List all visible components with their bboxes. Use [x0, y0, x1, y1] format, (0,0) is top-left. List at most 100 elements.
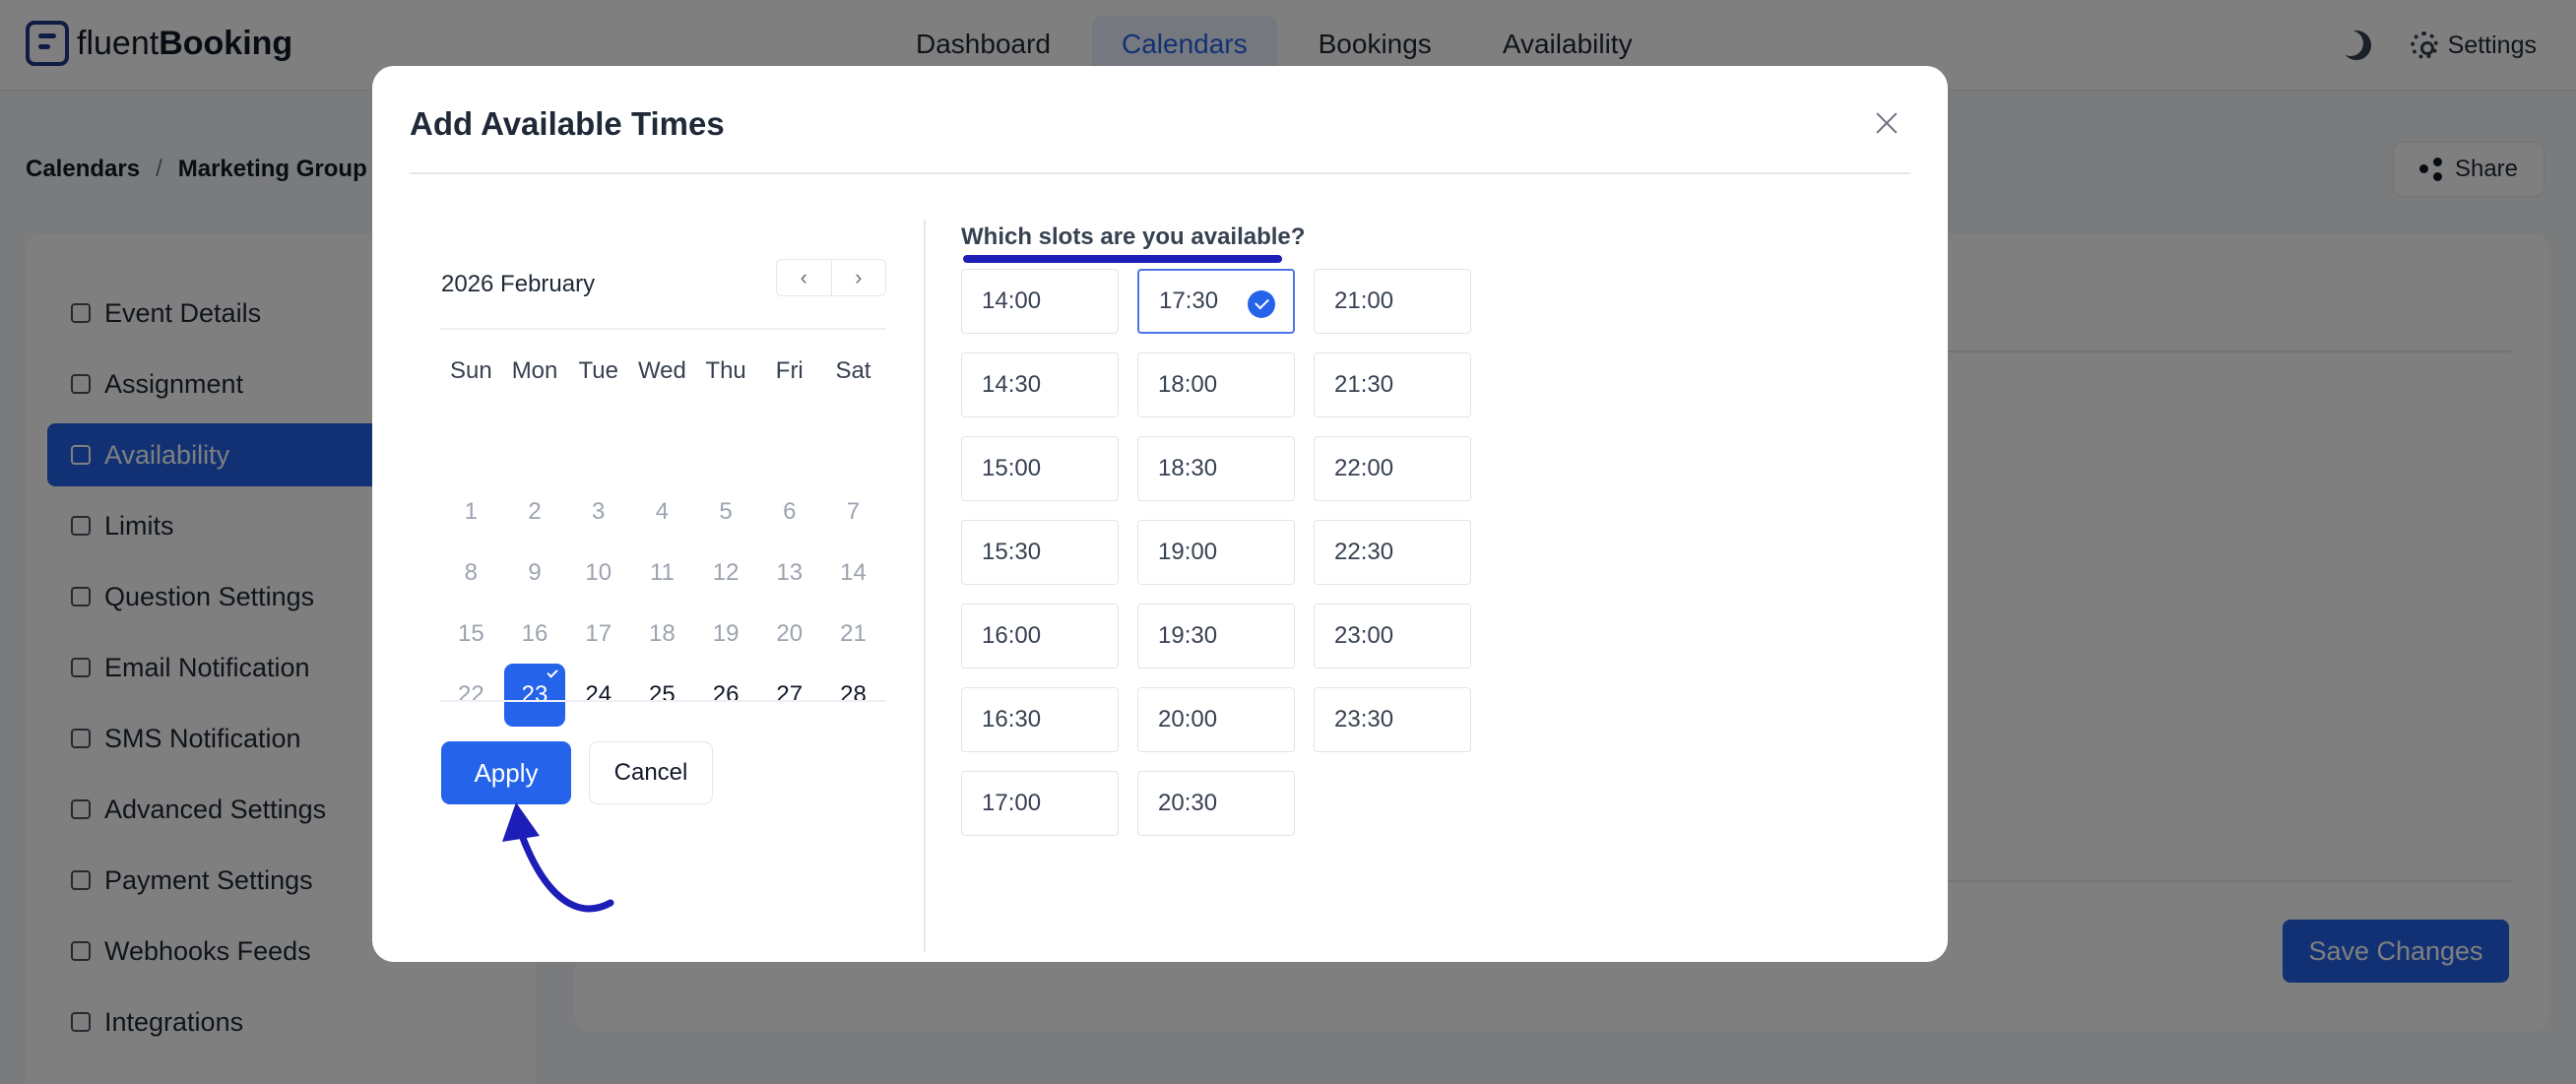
- modal-column-divider: [924, 220, 926, 952]
- calendar-day-6: 6: [783, 498, 797, 525]
- calendar-day-4: 4: [655, 498, 670, 525]
- calendar-day-3: 3: [592, 498, 606, 525]
- calendar-day-15: 15: [457, 620, 484, 647]
- calendar-day-27[interactable]: 27: [757, 665, 821, 726]
- time-slot-label: 19:00: [1158, 539, 1218, 565]
- time-slot-grid: 14:00 17:30 21:00 14:30 18:00 21:30 15:00 18:30…: [961, 269, 1471, 836]
- day-number: 23: [521, 681, 548, 708]
- time-slot[interactable]: 21:30: [1314, 352, 1471, 417]
- time-slot-label: 20:30: [1158, 790, 1218, 816]
- time-slot[interactable]: 20:00: [1137, 687, 1295, 752]
- time-slot[interactable]: 22:30: [1314, 520, 1471, 585]
- calendar-day-20: 20: [776, 620, 804, 647]
- time-slot[interactable]: 15:30: [961, 520, 1119, 585]
- calendar-day-19: 19: [712, 620, 740, 647]
- time-slot-label: 16:00: [982, 622, 1042, 649]
- calendar-day-13: 13: [776, 559, 804, 586]
- calendar-footer-divider: [439, 700, 886, 702]
- modal-title: Add Available Times: [410, 105, 725, 142]
- calendar-day-26[interactable]: 26: [694, 665, 758, 726]
- weekday-sat: Sat: [835, 357, 871, 384]
- calendar-day-21: 21: [840, 620, 867, 647]
- calendar-day-18: 18: [649, 620, 676, 647]
- time-slot[interactable]: 21:00: [1314, 269, 1471, 334]
- calendar-day-24[interactable]: 24: [566, 665, 630, 726]
- time-slot[interactable]: 19:00: [1137, 520, 1295, 585]
- weekday-header: Sun Mon Tue Wed Thu Fri Sat: [439, 357, 885, 385]
- time-slot-label: 16:30: [982, 706, 1042, 733]
- apply-button[interactable]: Apply: [441, 741, 571, 804]
- time-slot[interactable]: 14:30: [961, 352, 1119, 417]
- weekday-mon: Mon: [511, 357, 558, 384]
- calendar-day-28[interactable]: 28: [821, 665, 885, 726]
- weekday-wed: Wed: [637, 357, 686, 384]
- time-slot[interactable]: 18:30: [1137, 436, 1295, 501]
- time-slot[interactable]: 23:30: [1314, 687, 1471, 752]
- time-slot-label: 21:30: [1334, 371, 1394, 398]
- weekday-fri: Fri: [775, 357, 804, 384]
- check-circle-icon: [1248, 290, 1275, 318]
- time-slot-label: 23:00: [1334, 622, 1394, 649]
- calendar-day-17: 17: [585, 620, 612, 647]
- add-available-times-modal: Add Available Times 2026 February ‹ › Su…: [372, 66, 1948, 962]
- weekday-tue: Tue: [578, 357, 618, 384]
- calendar-week: 8 9 10 11 12 13 14: [439, 542, 885, 604]
- time-slot[interactable]: 15:00: [961, 436, 1119, 501]
- time-slot[interactable]: 17:00: [961, 771, 1119, 836]
- time-slot-label: 21:00: [1334, 287, 1394, 314]
- modal-header-divider: [410, 172, 1910, 174]
- check-icon: [547, 667, 558, 678]
- time-slot-label: 18:30: [1158, 455, 1218, 481]
- cancel-button[interactable]: Cancel: [589, 741, 713, 804]
- calendar-grid: 1 2 3 4 5 6 7 8 9 10 11 12 13 14 15 16 17 18 19 20 21 22 23 24 2…: [439, 481, 885, 727]
- calendar-week: 15 16 17 18 19 20 21: [439, 604, 885, 665]
- time-slot-label: 14:30: [982, 371, 1042, 398]
- calendar-week: 1 2 3 4 5 6 7: [439, 481, 885, 542]
- underline-annotation: [963, 255, 1282, 263]
- calendar-day-25[interactable]: 25: [630, 665, 694, 726]
- weekday-sun: Sun: [449, 357, 492, 384]
- calendar-day-2: 2: [528, 498, 542, 525]
- time-slot[interactable]: 18:00: [1137, 352, 1295, 417]
- time-slot[interactable]: 14:00: [961, 269, 1119, 334]
- calendar-day-8: 8: [464, 559, 479, 586]
- time-slot-label: 17:30: [1159, 287, 1219, 314]
- time-slot-label: 15:30: [982, 539, 1042, 565]
- time-slot-label: 22:00: [1334, 455, 1394, 481]
- calendar-day-10: 10: [585, 559, 612, 586]
- time-slot[interactable]: 17:30: [1137, 269, 1295, 334]
- calendar-day-22: 22: [457, 681, 484, 708]
- time-slot-label: 15:00: [982, 455, 1042, 481]
- chevron-left-icon[interactable]: ‹: [777, 260, 831, 295]
- calendar-day-14: 14: [840, 559, 867, 586]
- chevron-right-icon[interactable]: ›: [830, 260, 886, 295]
- time-slot[interactable]: 19:30: [1137, 604, 1295, 669]
- calendar-day-1: 1: [464, 498, 479, 525]
- selected-day-pill[interactable]: 23: [504, 664, 566, 727]
- close-icon[interactable]: [1875, 111, 1899, 135]
- time-slot[interactable]: 23:00: [1314, 604, 1471, 669]
- time-slot[interactable]: 16:00: [961, 604, 1119, 669]
- time-slot-label: 22:30: [1334, 539, 1394, 565]
- calendar-day-11: 11: [649, 559, 675, 586]
- time-slot-label: 20:00: [1158, 706, 1218, 733]
- calendar-day-9: 9: [528, 559, 542, 586]
- calendar-day-23[interactable]: 23: [503, 664, 567, 727]
- empty-slot-cell: [1314, 771, 1471, 836]
- calendar-day-5: 5: [719, 498, 733, 525]
- time-slot-label: 14:00: [982, 287, 1042, 314]
- time-slot-label: 17:00: [982, 790, 1042, 816]
- calendar-day-7: 7: [846, 498, 861, 525]
- calendar-week: 22 23 24 25 26 27 28: [439, 664, 885, 727]
- time-slot-label: 23:30: [1334, 706, 1394, 733]
- time-slot-label: 19:30: [1158, 622, 1218, 649]
- arrow-annotation-icon: [502, 802, 614, 913]
- calendar-divider: [439, 328, 886, 330]
- month-navigation: ‹ ›: [776, 259, 886, 296]
- time-slot[interactable]: 16:30: [961, 687, 1119, 752]
- calendar-day-16: 16: [521, 620, 548, 647]
- time-slot[interactable]: 20:30: [1137, 771, 1295, 836]
- time-slot[interactable]: 22:00: [1314, 436, 1471, 501]
- calendar-month-label: 2026 February: [441, 271, 596, 297]
- slots-heading: Which slots are you available?: [961, 223, 1306, 250]
